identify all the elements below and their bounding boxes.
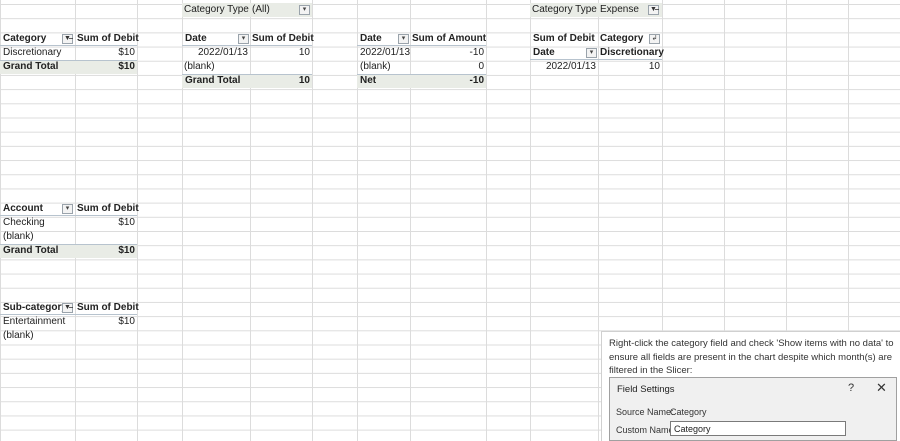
pivot-subcategory-field-header[interactable]: Sub-category [1, 301, 69, 315]
pivot-date-amount-row-label[interactable]: (blank) [358, 60, 393, 74]
pivot-subcategory-row-value[interactable]: $10 [75, 315, 137, 329]
pivot-category-field-header[interactable]: Category [1, 32, 48, 46]
help-icon[interactable]: ? [848, 382, 854, 394]
filter-dropdown-icon[interactable]: ▼̶ [62, 34, 73, 44]
pivot-date-amount-row-value[interactable]: -10 [410, 46, 486, 60]
pivot-category-row-value[interactable]: $10 [75, 46, 137, 60]
pivot-date-debit-row-label[interactable]: 2022/01/13 [182, 46, 250, 60]
dialog-title: Field Settings [617, 384, 675, 395]
pivot-date-debit-total-value: 10 [298, 75, 310, 86]
pivot-expense-row-field[interactable]: Date [531, 46, 557, 60]
pivot-date-amount-row-value[interactable]: 0 [410, 60, 486, 74]
dropdown-icon[interactable]: ▾ [238, 34, 249, 44]
pivot-account-row-label[interactable]: (blank) [1, 230, 36, 244]
custom-name-input[interactable] [670, 421, 846, 436]
pivot-account-value-header: Sum of Debit [77, 203, 139, 214]
pivot-subcategory-row-label[interactable]: Entertainment [1, 315, 67, 329]
dropdown-icon[interactable]: ▾ [586, 48, 597, 58]
pivot-account-field-header[interactable]: Account [1, 202, 45, 216]
pivot-expense-row-value[interactable]: 10 [598, 60, 662, 74]
pivot-date-debit-total-label: Grand Total [185, 75, 241, 86]
pivot-date-amount-row-label[interactable]: 2022/01/13 [358, 46, 412, 60]
dropdown-icon[interactable]: ▾ [62, 204, 73, 214]
pivot-account-row-label[interactable]: Checking [1, 216, 47, 230]
pivot-account-row-value[interactable] [75, 230, 137, 244]
pivot-subcategory-row-value[interactable] [75, 329, 137, 343]
filter-category-type-label: Category Type [532, 4, 597, 15]
filter-category-type-value[interactable]: (All) [250, 3, 272, 17]
pivot-date-debit-row-label[interactable]: (blank) [182, 60, 217, 74]
pivot-expense-column-field[interactable]: Category [598, 32, 645, 46]
pivot-date-debit-row-value[interactable] [250, 60, 312, 74]
pivot-account-row-value[interactable]: $10 [75, 216, 137, 230]
pivot-subcategory-row-label[interactable]: (blank) [1, 329, 36, 343]
pivot-category-row-label[interactable]: Discretionary [1, 46, 63, 60]
filter-dropdown-icon[interactable]: ▼̶ [648, 5, 659, 15]
filter-dropdown-icon[interactable]: ▼̶ [62, 303, 73, 313]
pivot-date-amount-value-header: Sum of Amount [412, 33, 487, 44]
source-name-label: Source Name: [616, 407, 674, 417]
pivot-expense-row-label[interactable]: 2022/01/13 [530, 60, 598, 74]
pivot-date-amount-field-header[interactable]: Date [358, 32, 384, 46]
pivot-expense-column-item: Discretionary [600, 47, 664, 58]
custom-name-label: Custom Name: [616, 425, 677, 435]
column-divider [312, 0, 313, 441]
column-divider [486, 0, 487, 441]
filter-category-type-value[interactable]: Expense [598, 3, 641, 17]
close-icon[interactable]: ✕ [876, 380, 887, 396]
pivot-expense-value-header: Sum of Debit [533, 33, 595, 44]
field-settings-dialog: Field Settings ? ✕ Source Name: Category… [609, 377, 897, 441]
pivot-date-amount-total-label: Net [360, 75, 377, 86]
pivot-category-total-label: Grand Total [3, 61, 59, 72]
sort-icon[interactable]: ↲ [649, 34, 660, 44]
pivot-category-total-value: $10 [118, 61, 135, 72]
pivot-date-amount-total-value: -10 [469, 75, 484, 86]
source-name-value: Category [670, 407, 707, 417]
filter-category-type-label: Category Type [184, 4, 249, 15]
pivot-date-debit-field-header[interactable]: Date [183, 32, 209, 46]
dialog-body: Source Name: Category Custom Name: [610, 400, 896, 440]
filter-dropdown-icon[interactable]: ▾ [299, 5, 310, 15]
pivot-category-value-header: Sum of Debit [77, 33, 139, 44]
pivot-date-debit-row-value[interactable]: 10 [250, 46, 312, 60]
pivot-account-total-value: $10 [118, 245, 135, 256]
column-divider [137, 0, 138, 441]
pivot-account-total-label: Grand Total [3, 245, 59, 256]
instruction-text: Right-click the category field and check… [609, 338, 894, 376]
pivot-subcategory-value-header: Sum of Debit [77, 302, 139, 313]
dropdown-icon[interactable]: ▾ [398, 34, 409, 44]
pivot-date-debit-value-header: Sum of Debit [252, 33, 314, 44]
